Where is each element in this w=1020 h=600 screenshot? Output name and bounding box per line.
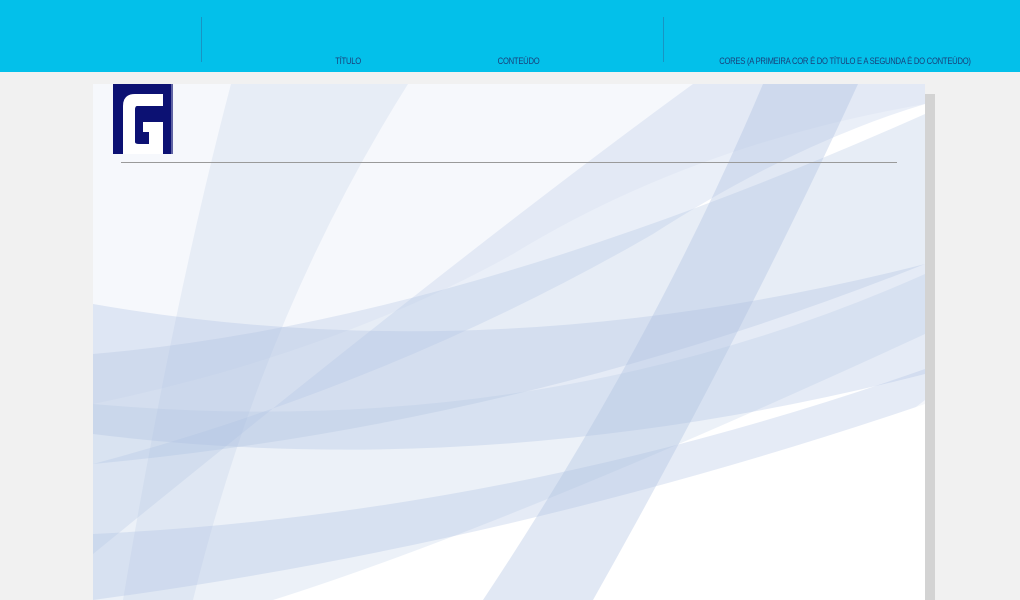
header-rule: [121, 162, 897, 163]
toolbar-divider: [663, 17, 664, 62]
colors-label[interactable]: CORES (A PRIMEIRA COR É DO TÍTULO E A SE…: [719, 56, 971, 66]
title-label[interactable]: TÍTULO: [335, 56, 361, 66]
editor-toolbar: TÍTULO CONTEÚDO CORES (A PRIMEIRA COR É …: [0, 0, 1020, 72]
slide-shadow: [925, 94, 935, 600]
toolbar-divider: [201, 17, 202, 62]
g-logo-icon: [113, 84, 173, 154]
content-label[interactable]: CONTEÚDO: [498, 56, 540, 66]
slide-canvas[interactable]: [93, 84, 925, 600]
